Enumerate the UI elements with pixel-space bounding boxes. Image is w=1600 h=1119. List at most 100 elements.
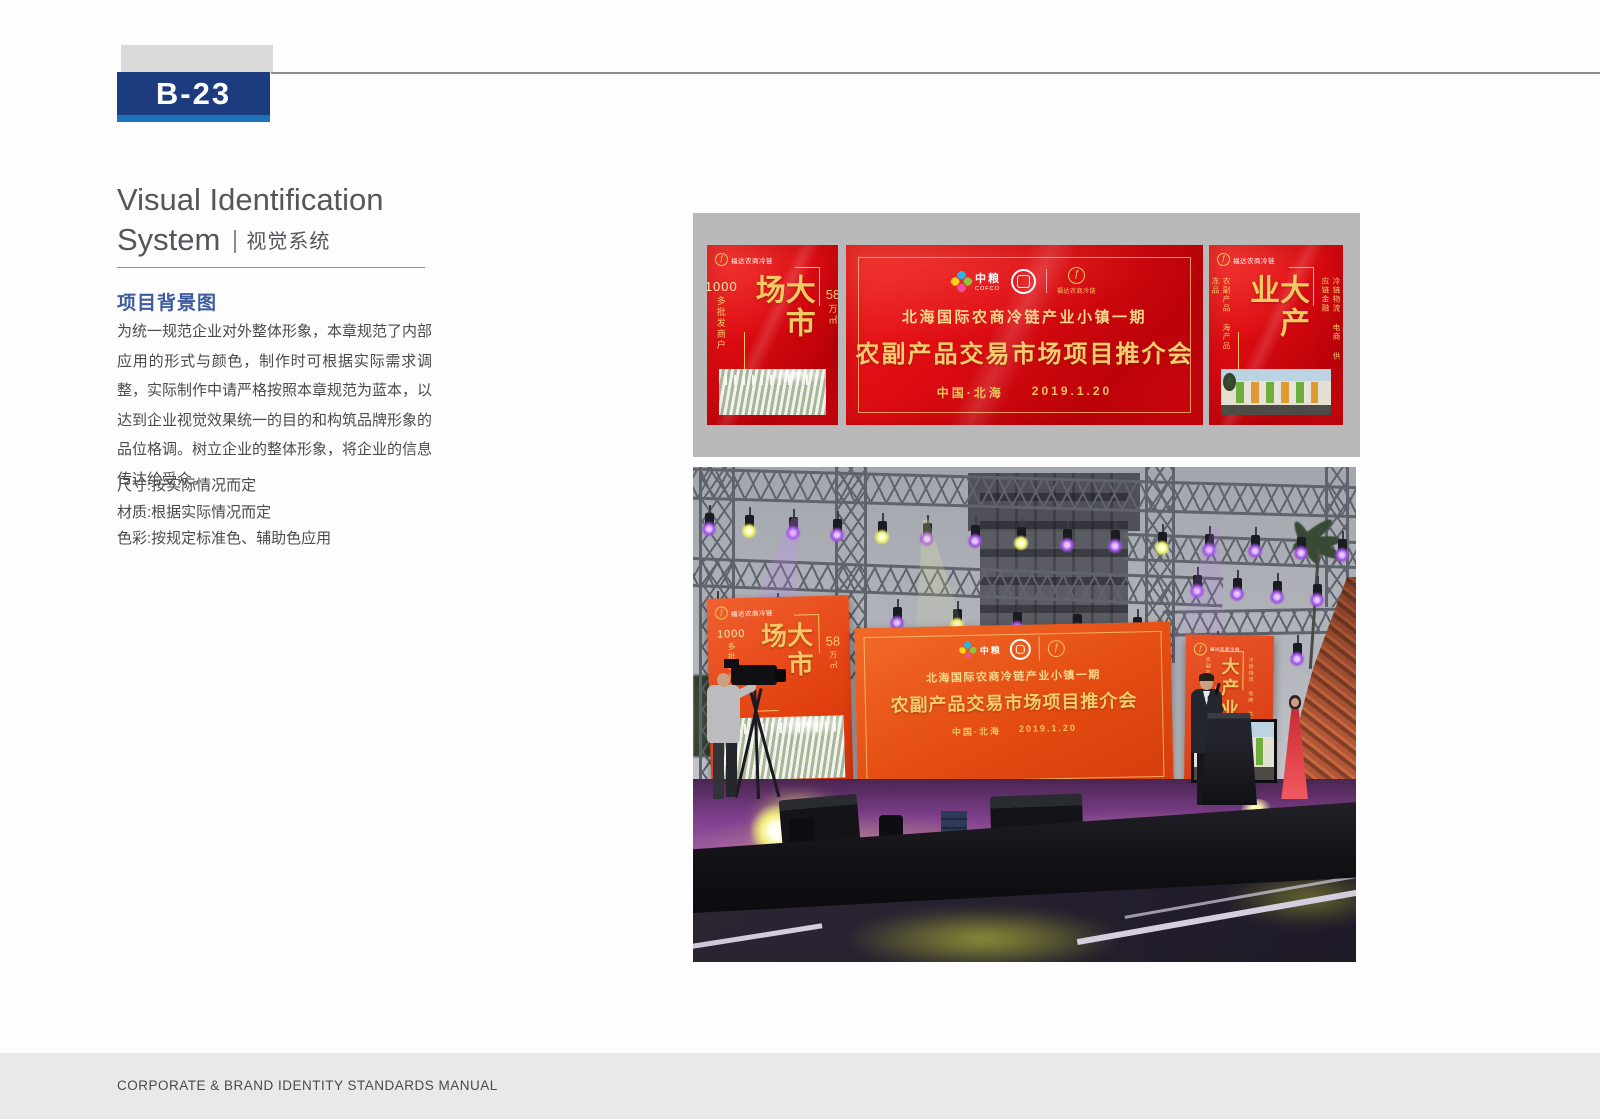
banner-panel-industry: ƒ 福达农商冷链 农副产品 海产品 冻品 大产业 冷链物流 电商 供应链金融 [1209,245,1343,425]
brand-logo-gold: ƒ [1048,639,1065,656]
aerial-rendering-image [719,369,826,415]
section-heading: 项目背景图 [117,288,217,315]
brand-name: 福达农商冷链 [731,607,773,618]
stage-light [1013,612,1022,625]
industry-label-right: 冷链物流 电商 供应链金融 [1320,277,1342,369]
event-location: 中国·北海 [952,724,1001,738]
section-tab: B-23 [117,72,270,115]
stage-light [1297,537,1306,550]
merchant-label: 多批发商户 [715,296,728,351]
area-stat: 58 万㎡ [826,287,838,326]
area-number: 58 [826,287,838,302]
brand-logo-gold: ƒ 福达农商冷链 [1057,267,1096,295]
hostess-in-red [1278,695,1312,799]
brand-mark-icon: ƒ [1068,267,1085,284]
led-screen-main: 中粮 ƒ 北海国际农商冷链产业小镇一期 农副产品交易市场项目推介会 中国·北海 … [854,622,1173,793]
cofco-logo: 中粮 COFCO [953,270,1001,292]
area-number: 58 [825,633,840,648]
spec-size: 尺寸:按实际情况而定 [117,473,331,500]
brand-name: 福达农商冷链 [731,255,773,265]
logo-divider [1046,269,1047,293]
cameraman-leg [713,741,724,799]
event-date-row: 中国·北海 2019.1.20 [937,384,1112,401]
podium [1201,713,1257,805]
emblem-logo-icon [1011,269,1036,294]
event-location: 中国·北海 [937,384,1004,401]
footer-text: CORPORATE & BRAND IDENTITY STANDARDS MAN… [117,1078,498,1093]
spec-color: 色彩:按规定标准色、辅助色应用 [117,526,331,553]
stage-light [1111,530,1120,543]
event-title: 农副产品交易市场项目推介会 [890,686,1137,717]
tripod-leg [749,689,780,798]
brand-mark-icon: ƒ [715,253,728,266]
merchant-number: 1000 [717,628,746,641]
cameraman-leg [726,741,737,797]
cofco-cube-icon [949,269,973,293]
stage-light [878,521,887,534]
stage-light [1251,535,1260,548]
event-title: 农副产品交易市场项目推介会 [856,334,1194,369]
red-dress [1278,707,1312,799]
market-headline-group: 1000 多批发商户 大市场 58 万㎡ [707,269,838,369]
banner-panel-main: 中粮 COFCO ƒ 福达农商冷链 北海国际农商冷链产业小镇一期 农副产品交易市… [846,245,1203,425]
page-title: Visual Identification System 视觉系统 [117,181,384,261]
body-paragraph: 为统一规范企业对外整体形象，本章规范了内部应用的形式与颜色，制作时可根据实际需求… [117,317,432,494]
tab-accent-strip [117,115,270,122]
stage-light [745,515,754,528]
industry-headline: 大产业 [1238,269,1314,369]
brand-mark-icon: ƒ [1048,639,1065,656]
section-tab-label: B-23 [156,76,231,112]
brand-name: 福达农商冷链 [1057,286,1096,295]
event-subtitle: 北海国际农商冷链产业小镇一期 [902,306,1147,327]
page-title-cn: 视觉系统 [246,224,330,261]
merchant-stat: 1000 多批发商户 [707,279,738,351]
stage-light [1338,539,1347,552]
area-unit: 万㎡ [826,304,838,326]
industry-label-left: 农副产品 海产品 冻品 [1210,277,1232,369]
cofco-logo: 中粮 [961,642,1002,657]
stage-light [1017,527,1026,540]
brand-name: 福达农商冷链 [1233,255,1275,265]
cofco-cube-icon [958,640,978,660]
event-date: 2019.1.20 [1019,723,1077,737]
page-title-line1: Visual Identification [117,181,384,218]
video-camera [731,665,777,685]
brand-logo: ƒ 福达农商冷链 [715,253,773,266]
stage-light [893,607,902,620]
stage-light [971,525,980,538]
hostess-face [1291,698,1299,707]
spec-material: 材质:根据实际情况而定 [117,500,331,527]
market-headline: 大市场 [744,269,820,369]
cofco-cn: 中粮 [980,643,1002,656]
banner-mockup-board: ƒ 福达农商冷链 1000 多批发商户 大市场 58 万㎡ [693,213,1360,457]
spec-list: 尺寸:按实际情况而定 材质:根据实际情况而定 色彩:按规定标准色、辅助色应用 [117,473,331,553]
title-underline [117,267,425,268]
stage-light [1293,643,1302,656]
logo-row: 中粮 ƒ [961,637,1065,661]
presenter-hair [1199,673,1214,681]
event-date-row: 中国·北海 2019.1.20 [952,723,1077,739]
brand-mark-icon: ƒ [1217,253,1230,266]
merchant-number: 1000 [707,279,738,294]
stage-light [1313,584,1322,597]
event-photo: ƒ 福达农商冷链 1000 多批发商户 大市场 58 万㎡ [693,467,1356,962]
logo-row: 中粮 COFCO ƒ 福达农商冷链 [953,267,1096,295]
emblem-logo-icon [1010,638,1031,659]
event-subtitle: 北海国际农商冷链产业小镇一期 [926,666,1101,686]
manual-page: B-23 Visual Identification System 视觉系统 项… [0,0,1600,1119]
stage-light [833,519,842,532]
cameraman [707,665,791,805]
title-divider [234,230,236,253]
light-spill [843,907,1123,962]
industry-headline-group: 农副产品 海产品 冻品 大产业 冷链物流 电商 供应链金融 [1209,269,1343,369]
cofco-cn: 中粮 [975,270,1001,286]
area-unit: 万㎡ [828,650,840,670]
tab-shadow-block [121,45,273,72]
footer-bar: CORPORATE & BRAND IDENTITY STANDARDS MAN… [0,1053,1600,1119]
stage-light [1233,578,1242,591]
brand-logo: ƒ 福达农商冷链 [1217,253,1275,266]
logo-divider [1039,636,1041,660]
event-date: 2019.1.20 [1032,384,1112,401]
cofco-en: COFCO [975,286,1001,292]
page-title-line2: System [117,221,220,258]
